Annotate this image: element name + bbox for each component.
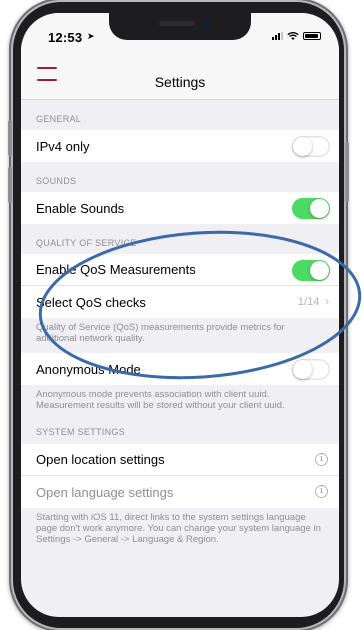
camera	[203, 22, 211, 30]
nav-bar: Settings	[21, 49, 339, 100]
open-language-settings-label: Open language settings	[36, 484, 174, 500]
qos-footer-text: Quality of Service (QoS) measurements pr…	[36, 322, 285, 344]
page-title: Settings	[154, 74, 206, 90]
section-header-system: SYSTEM SETTINGS	[36, 427, 126, 437]
ipv4-only-label: IPv4 only	[36, 138, 90, 154]
anonymous-footer-text: Anonymous mode prevents association with…	[36, 389, 285, 411]
anonymous-mode-toggle[interactable]	[292, 359, 330, 380]
anonymous-mode-row[interactable]: Anonymous Mode	[21, 353, 339, 385]
speaker	[159, 21, 195, 26]
select-qos-checks-value: 1/14 ›	[298, 296, 329, 308]
system-footer-text: Starting with iOS 11, direct links to th…	[36, 512, 321, 545]
power-button	[345, 142, 349, 202]
chevron-right-icon: ›	[325, 296, 329, 308]
status-time: 12:53	[48, 30, 83, 45]
section-header-general: GENERAL	[36, 114, 82, 124]
select-qos-checks-label: Select QoS checks	[36, 294, 146, 310]
section-header-sounds: SOUNDS	[36, 176, 77, 186]
settings-list: GENERAL IPv4 only SOUNDS Enable Sounds Q…	[21, 100, 339, 554]
enable-qos-label: Enable QoS Measurements	[36, 262, 196, 277]
battery-icon	[303, 32, 321, 40]
info-icon[interactable]: i	[315, 485, 328, 498]
select-qos-checks-row[interactable]: Select QoS checks 1/14 ›	[21, 286, 339, 318]
open-location-settings-row[interactable]: Open location settings i	[21, 444, 339, 476]
section-header-qos: QUALITY OF SERVICE	[36, 238, 137, 248]
location-arrow-icon: ➤	[87, 31, 95, 41]
anonymous-mode-label: Anonymous Mode	[36, 361, 141, 377]
signal-icon	[272, 32, 283, 40]
notch	[109, 13, 251, 40]
ipv4-only-row[interactable]: IPv4 only	[21, 130, 339, 162]
wifi-icon	[287, 32, 299, 40]
enable-sounds-row[interactable]: Enable Sounds	[21, 192, 339, 224]
qos-checks-count: 1/14	[297, 296, 320, 308]
phone-screen: 12:53 ➤ Settings GENERAL IPv4 only SOUND…	[21, 13, 339, 617]
open-location-settings-label: Open location settings	[36, 452, 165, 467]
status-icons	[272, 32, 321, 40]
enable-sounds-label: Enable Sounds	[36, 200, 125, 216]
volume-button	[8, 120, 12, 156]
enable-sounds-toggle[interactable]	[292, 198, 330, 219]
enable-qos-row[interactable]: Enable QoS Measurements	[21, 254, 339, 286]
ipv4-only-toggle[interactable]	[292, 136, 330, 157]
volume-button	[8, 167, 12, 203]
enable-qos-toggle[interactable]	[292, 260, 330, 281]
info-icon[interactable]: i	[315, 453, 328, 466]
open-language-settings-row[interactable]: Open language settings i	[21, 476, 339, 508]
